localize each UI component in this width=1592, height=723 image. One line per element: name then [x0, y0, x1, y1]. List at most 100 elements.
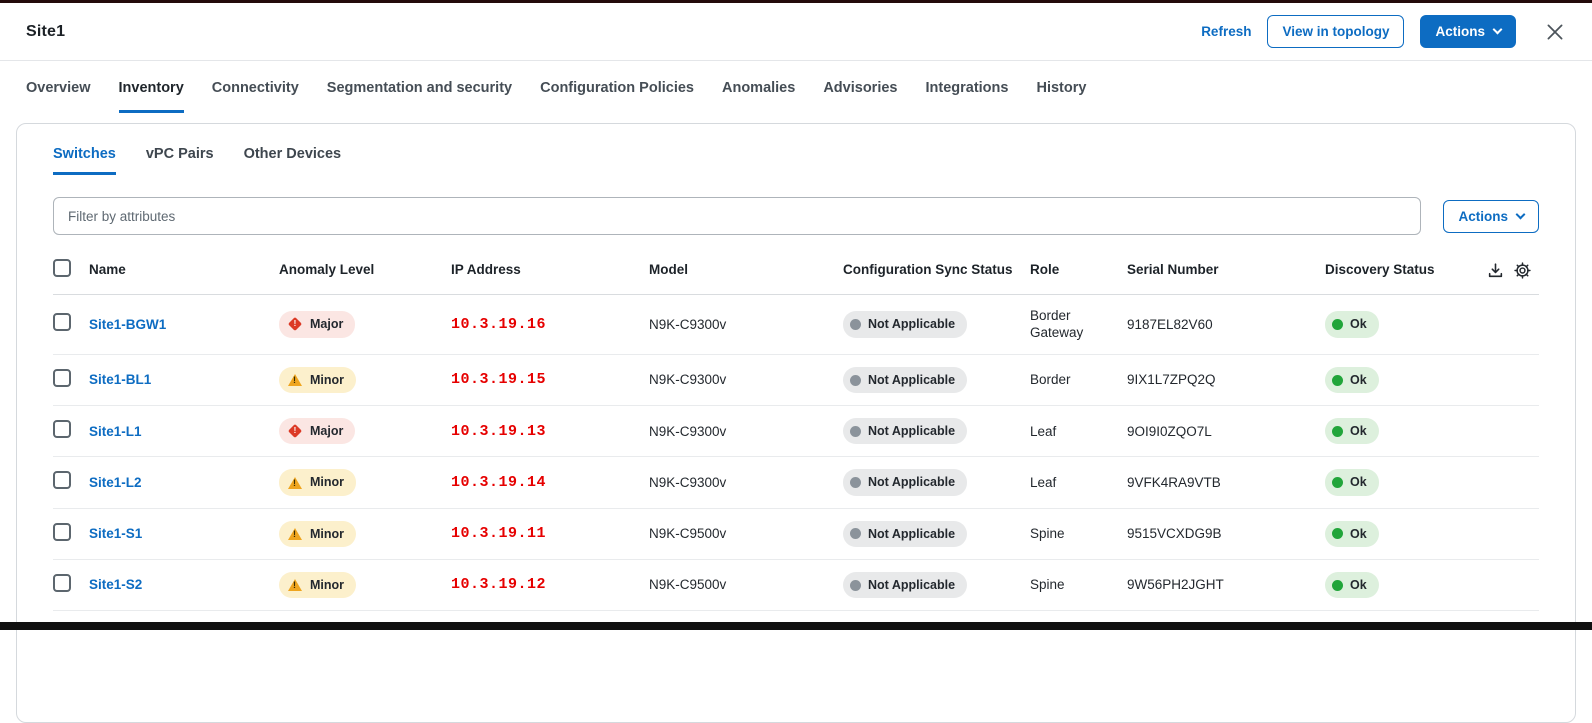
status-dot-icon — [1332, 528, 1343, 539]
anomaly-icon — [288, 579, 302, 591]
gear-icon — [1514, 262, 1531, 279]
discovery-status-label: Ok — [1350, 526, 1367, 542]
switch-name-link[interactable]: Site1-BL1 — [89, 372, 151, 387]
close-button[interactable] — [1544, 21, 1566, 43]
status-dot-icon — [1332, 319, 1343, 330]
column-header-model: Model — [649, 249, 843, 294]
switch-name-link[interactable]: Site1-S2 — [89, 577, 142, 592]
anomaly-badge: Minor — [279, 572, 356, 598]
tab-anomalies[interactable]: Anomalies — [722, 61, 795, 113]
config-sync-status-badge: Not Applicable — [843, 418, 967, 444]
status-dot-icon — [1332, 426, 1343, 437]
tab-configuration-policies[interactable]: Configuration Policies — [540, 61, 694, 113]
model: N9K-C9300v — [649, 372, 726, 387]
column-header-name: Name — [89, 249, 279, 294]
config-sync-status-label: Not Applicable — [868, 526, 955, 542]
page-header: Site1 Refresh View in topology Actions — [0, 3, 1592, 61]
row-checkbox[interactable] — [53, 420, 71, 438]
model: N9K-C9300v — [649, 424, 726, 439]
serial-number: 9OI9I0ZQO7L — [1127, 424, 1212, 439]
column-header-serial-number: Serial Number — [1127, 249, 1325, 294]
row-checkbox[interactable] — [53, 313, 71, 331]
anomaly-label: Minor — [310, 577, 344, 593]
discovery-status-badge: Ok — [1325, 521, 1379, 547]
tab-integrations[interactable]: Integrations — [925, 61, 1008, 113]
switch-name-link[interactable]: Site1-L1 — [89, 424, 142, 439]
table-actions-label: Actions — [1458, 209, 1508, 224]
config-sync-status-label: Not Applicable — [868, 474, 955, 490]
header-actions-button[interactable]: Actions — [1420, 15, 1516, 48]
page-title: Site1 — [26, 23, 65, 41]
table-row: Site1-S2 Minor 10.3.19.12 N9K-C9500v Not… — [53, 559, 1539, 610]
switch-name-link[interactable]: Site1-BGW1 — [89, 317, 166, 332]
subtab-other-devices[interactable]: Other Devices — [244, 146, 342, 175]
role: Leaf — [1030, 424, 1056, 439]
close-icon — [1544, 21, 1566, 43]
model: N9K-C9300v — [649, 475, 726, 490]
anomaly-label: Minor — [310, 474, 344, 490]
anomaly-label: Major — [310, 423, 343, 439]
subtab-vpc-pairs[interactable]: vPC Pairs — [146, 146, 214, 175]
config-sync-status-label: Not Applicable — [868, 423, 955, 439]
table-header-row: Name Anomaly Level IP Address Model Conf… — [53, 249, 1539, 294]
discovery-status-label: Ok — [1350, 423, 1367, 439]
row-checkbox[interactable] — [53, 471, 71, 489]
tab-advisories[interactable]: Advisories — [823, 61, 897, 113]
ip-address: 10.3.19.11 — [451, 525, 546, 542]
config-sync-status-badge: Not Applicable — [843, 311, 967, 337]
table-actions-button[interactable]: Actions — [1443, 200, 1539, 233]
row-checkbox[interactable] — [53, 369, 71, 387]
serial-number: 9515VCXDG9B — [1127, 526, 1222, 541]
config-sync-status-badge: Not Applicable — [843, 367, 967, 393]
refresh-button[interactable]: Refresh — [1201, 24, 1251, 39]
tab-segmentation-and-security[interactable]: Segmentation and security — [327, 61, 512, 113]
serial-number: 9VFK4RA9VTB — [1127, 475, 1221, 490]
config-sync-status-badge: Not Applicable — [843, 469, 967, 495]
view-in-topology-label: View in topology — [1282, 24, 1389, 39]
select-all-checkbox[interactable] — [53, 259, 71, 277]
tab-history[interactable]: History — [1036, 61, 1086, 113]
filter-row: Actions — [53, 197, 1539, 235]
header-actions-label: Actions — [1435, 24, 1485, 39]
table-row: Site1-L1 Major 10.3.19.13 N9K-C9300v Not… — [53, 406, 1539, 457]
column-header-anomaly-level: Anomaly Level — [279, 249, 451, 294]
status-dot-icon — [1332, 375, 1343, 386]
model: N9K-C9300v — [649, 317, 726, 332]
tab-connectivity[interactable]: Connectivity — [212, 61, 299, 113]
sub-tab-bar: Switches vPC Pairs Other Devices — [53, 146, 1539, 175]
row-checkbox[interactable] — [53, 574, 71, 592]
tab-overview[interactable]: Overview — [26, 61, 91, 113]
discovery-status-label: Ok — [1350, 577, 1367, 593]
view-in-topology-button[interactable]: View in topology — [1267, 15, 1404, 48]
filter-input[interactable] — [53, 197, 1421, 235]
ip-address: 10.3.19.16 — [451, 316, 546, 333]
tab-inventory[interactable]: Inventory — [119, 61, 184, 113]
anomaly-icon — [288, 528, 302, 540]
anomaly-badge: Minor — [279, 367, 356, 393]
switch-name-link[interactable]: Site1-S1 — [89, 526, 142, 541]
anomaly-icon — [288, 477, 302, 489]
subtab-switches[interactable]: Switches — [53, 146, 116, 175]
chevron-down-icon — [1516, 209, 1526, 219]
discovery-status-label: Ok — [1350, 474, 1367, 490]
status-dot-icon — [1332, 580, 1343, 591]
status-dot-icon — [850, 580, 861, 591]
row-checkbox[interactable] — [53, 523, 71, 541]
ip-address: 10.3.19.14 — [451, 474, 546, 491]
status-dot-icon — [1332, 477, 1343, 488]
download-icon — [1487, 262, 1504, 279]
column-header-role: Role — [1030, 249, 1127, 294]
config-sync-status-badge: Not Applicable — [843, 521, 967, 547]
model: N9K-C9500v — [649, 577, 726, 592]
switch-name-link[interactable]: Site1-L2 — [89, 475, 142, 490]
config-sync-status-label: Not Applicable — [868, 316, 955, 332]
column-header-config-sync-status: Configuration Sync Status — [843, 249, 1030, 294]
discovery-status-label: Ok — [1350, 372, 1367, 388]
download-button[interactable] — [1487, 262, 1504, 279]
table-settings-button[interactable] — [1514, 262, 1531, 279]
main-tab-bar: Overview Inventory Connectivity Segmenta… — [0, 61, 1592, 113]
discovery-status-badge: Ok — [1325, 311, 1379, 337]
discovery-status-badge: Ok — [1325, 469, 1379, 495]
inventory-panel: Switches vPC Pairs Other Devices Actions… — [16, 123, 1576, 723]
serial-number: 9W56PH2JGHT — [1127, 577, 1224, 592]
